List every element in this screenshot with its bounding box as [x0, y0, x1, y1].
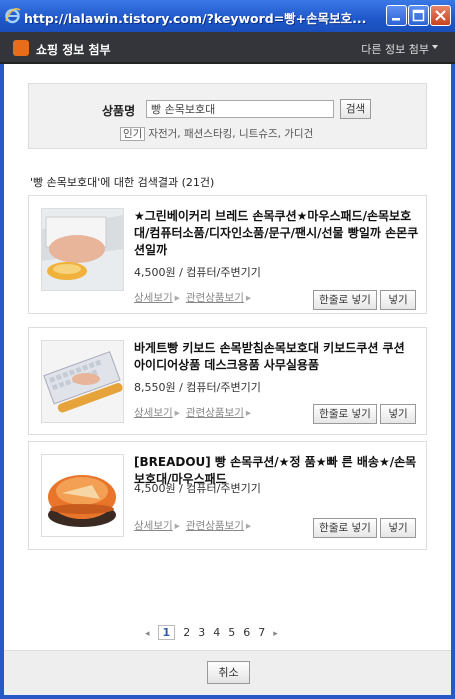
result-summary: '빵 손목보호대'에 대한 검색결과 (21건) [30, 176, 215, 189]
page-current[interactable]: 1 [157, 625, 176, 640]
search-button[interactable]: 검색 [340, 99, 371, 119]
product-image[interactable] [41, 340, 124, 423]
product-thumbnail-icon [42, 455, 123, 536]
search-label: 상품명 [102, 104, 136, 118]
app-header: 쇼핑 정보 첨부 다른 정보 첨부 [0, 32, 455, 64]
insert-one-line-button[interactable]: 한줄로 넣기 [313, 290, 377, 310]
next-page-icon[interactable]: ▸ [273, 629, 278, 639]
detail-link[interactable]: 상세보기 [134, 407, 173, 419]
product-thumbnail-icon [42, 209, 123, 290]
detail-link[interactable]: 상세보기 [134, 520, 173, 532]
product-price: 4,500원 / 컴퓨터/주변기기 [134, 266, 261, 279]
related-link[interactable]: 관련상품보기 [186, 520, 244, 532]
search-input[interactable] [146, 100, 334, 118]
maximize-button[interactable] [408, 5, 429, 26]
close-icon [435, 10, 446, 21]
arrow-right-icon: ▸ [174, 520, 180, 532]
product-name[interactable]: 바게트빵 키보드 손목받침손목보호대 키보드쿠션 쿠션 아이디어상품 데스크용품… [134, 340, 419, 374]
list-item: ★그린베이커리 브레드 손목쿠션★마우스패드/손목보호대/컴퓨터소품/디자인소품… [28, 195, 427, 314]
product-thumbnail-icon [42, 341, 123, 422]
detail-link[interactable]: 상세보기 [134, 292, 173, 304]
list-item: [BREADOU] 빵 손목쿠션/★정 품★빠 른 배송★/손목보호대/마우스패… [28, 441, 427, 550]
product-price: 8,550원 / 컴퓨터/주변기기 [134, 381, 261, 394]
insert-button[interactable]: 넣기 [380, 404, 416, 424]
page-link[interactable]: 2 [183, 626, 190, 639]
page-link[interactable]: 6 [243, 626, 250, 639]
arrow-right-icon: ▸ [245, 292, 252, 304]
minimize-button[interactable] [386, 5, 407, 26]
list-item: 바게트빵 키보드 손목받침손목보호대 키보드쿠션 쿠션 아이디어상품 데스크용품… [28, 327, 427, 435]
related-link[interactable]: 관련상품보기 [186, 407, 244, 419]
page-link[interactable]: 5 [228, 626, 235, 639]
pagination: ◂ 1 2 3 4 5 6 7 ▸ [145, 625, 286, 640]
minimize-icon [392, 18, 400, 21]
product-image[interactable] [41, 208, 124, 291]
window-title: http://lalawin.tistory.com/?keyword=빵+손목… [24, 11, 367, 26]
cancel-button[interactable]: 취소 [207, 661, 250, 684]
prev-page-icon[interactable]: ◂ [145, 629, 150, 639]
arrow-right-icon: ▸ [245, 520, 252, 532]
popular-tag: 인기 [120, 127, 146, 141]
product-price: 4,500원 / 컴퓨터/주변기기 [134, 482, 261, 495]
related-link[interactable]: 관련상품보기 [186, 292, 244, 304]
window-titlebar: http://lalawin.tistory.com/?keyword=빵+손목… [0, 0, 455, 32]
product-links: 상세보기 ▸ 관련상품보기 ▸ [134, 518, 257, 533]
product-links: 상세보기 ▸ 관련상품보기 ▸ [134, 290, 257, 305]
product-image[interactable] [41, 454, 124, 537]
product-links: 상세보기 ▸ 관련상품보기 ▸ [134, 405, 257, 420]
arrow-right-icon: ▸ [245, 407, 252, 419]
popular-keywords: 인기 자전거, 패션스타킹, 니트슈즈, 가디건 [120, 126, 313, 141]
product-name[interactable]: ★그린베이커리 브레드 손목쿠션★마우스패드/손목보호대/컴퓨터소품/디자인소품… [134, 208, 419, 259]
page-link[interactable]: 4 [213, 626, 220, 639]
close-button[interactable] [430, 5, 451, 26]
popular-keywords-text[interactable]: 자전거, 패션스타킹, 니트슈즈, 가디건 [148, 128, 313, 140]
arrow-right-icon: ▸ [174, 407, 180, 419]
footer: 취소 [4, 650, 451, 695]
ie-icon [5, 8, 21, 24]
insert-one-line-button[interactable]: 한줄로 넣기 [313, 404, 377, 424]
insert-button[interactable]: 넣기 [380, 290, 416, 310]
insert-one-line-button[interactable]: 한줄로 넣기 [313, 518, 377, 538]
chevron-down-icon [432, 45, 438, 49]
page-link[interactable]: 3 [198, 626, 205, 639]
page-link[interactable]: 7 [258, 626, 265, 639]
other-info-menu[interactable]: 다른 정보 첨부 [361, 41, 429, 57]
arrow-right-icon: ▸ [174, 292, 180, 304]
app-title: 쇼핑 정보 첨부 [36, 43, 111, 57]
maximize-icon [412, 9, 425, 22]
insert-button[interactable]: 넣기 [380, 518, 416, 538]
search-panel: 상품명 검색 인기자전거, 패션스타킹, 니트슈즈, 가디건 [28, 83, 427, 149]
tistory-logo-icon [13, 40, 29, 56]
